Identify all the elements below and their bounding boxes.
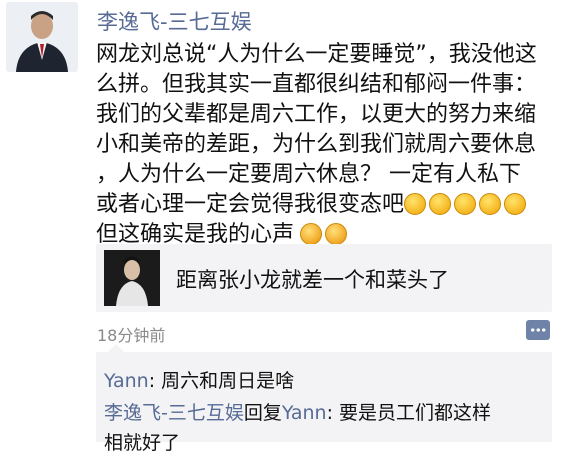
post-line-with-emojis: 或者心理一定会觉得我很变态吧 xyxy=(96,190,566,220)
comments-panel: Yann: 周六和周日是啥 李逸飞-三七互娱回复Yann: 要是员工们都这样 相… xyxy=(96,344,552,454)
post-line-text: 或者心理一定会觉得我很变态吧 xyxy=(96,192,405,217)
laugh-emoji-icon xyxy=(504,193,527,215)
comment-dots-icon[interactable] xyxy=(526,320,550,340)
laugh-emoji-icon xyxy=(404,193,427,215)
comment-item[interactable]: 李逸飞-三七互娱回复Yann: 要是员工们都这样 xyxy=(104,398,491,425)
comment-reply-label: 回复 xyxy=(243,402,282,424)
comment-text-continued: 相就好了 xyxy=(104,432,181,454)
post-line: 小和美帝的差距，为什么到我们就周六要休息 xyxy=(96,132,537,157)
post-author-name[interactable]: 李逸飞-三七互娱 xyxy=(97,6,252,36)
comment-user[interactable]: Yann xyxy=(104,370,149,392)
shy-emoji-icon xyxy=(325,223,348,245)
shared-link-title: 距离张小龙就差一个和菜头了 xyxy=(176,268,449,292)
comments-caret xyxy=(108,344,124,352)
author-avatar[interactable] xyxy=(6,2,78,72)
laugh-emoji-icon xyxy=(454,193,477,215)
comment-user[interactable]: 李逸飞-三七互娱 xyxy=(104,402,244,424)
laugh-emoji-icon xyxy=(429,193,452,215)
comment-text: 周六和周日是啥 xyxy=(161,370,295,392)
post-line: 么拼。但我其实一直都很纠结和郁闷一件事： xyxy=(96,72,537,97)
post-body: 网龙刘总说“人为什么一定要睡觉”，我没他这 么拼。但我其实一直都很纠结和郁闷一件… xyxy=(96,40,566,250)
post-line: 网龙刘总说“人为什么一定要睡觉”，我没他这 xyxy=(96,42,537,67)
comment-separator: : xyxy=(148,370,162,392)
shared-link-card[interactable]: 距离张小龙就差一个和菜头了 xyxy=(96,244,552,312)
laugh-emoji-icon xyxy=(479,193,502,215)
comment-text: 要是员工们都这样 xyxy=(339,402,492,424)
post-line: ，人为什么一定要周六休息？ 一定有人私下 xyxy=(96,162,521,187)
shy-emoji-icon xyxy=(300,223,323,245)
comment-separator: : xyxy=(326,402,340,424)
post-timestamp: 18分钟前 xyxy=(97,326,166,345)
comment-item[interactable]: Yann: 周六和周日是啥 xyxy=(104,366,294,393)
comment-reply-target[interactable]: Yann xyxy=(282,402,327,424)
shared-link-thumbnail xyxy=(104,250,160,306)
post-line: 我们的父辈都是周六工作，以更大的努力来缩 xyxy=(96,102,537,127)
